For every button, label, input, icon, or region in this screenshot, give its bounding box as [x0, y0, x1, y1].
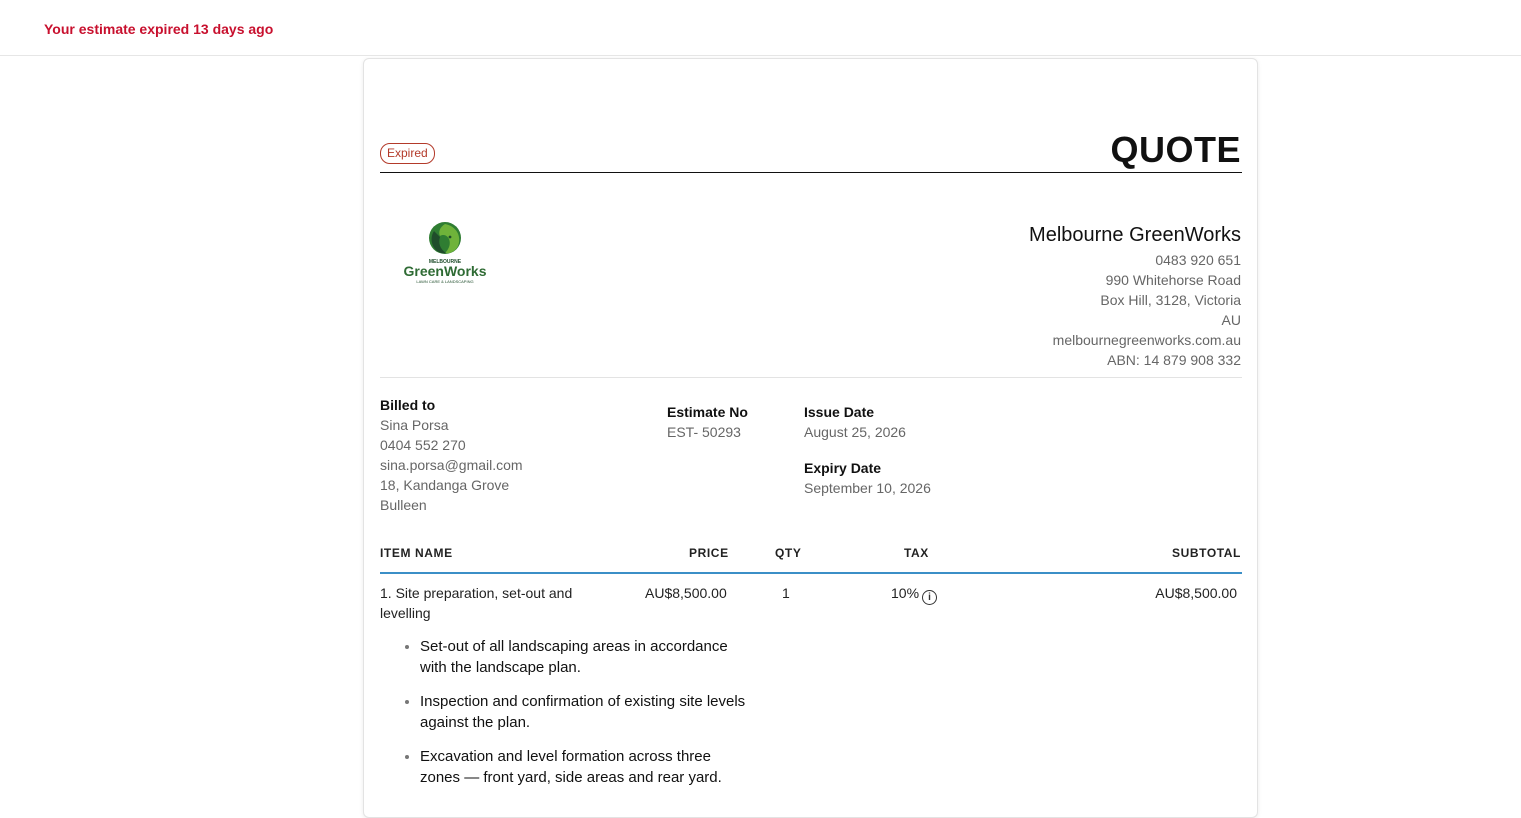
company-abn: ABN: 14 879 908 332: [1107, 352, 1241, 368]
column-header-qty: QTY: [775, 546, 802, 560]
company-phone: 0483 920 651: [1155, 252, 1241, 268]
client-name: Sina Porsa: [380, 417, 449, 433]
column-header-subtotal: SUBTOTAL: [1171, 546, 1241, 560]
expiry-date-label: Expiry Date: [804, 460, 882, 476]
item-subtotal: AU$8,500.00: [1155, 585, 1237, 601]
logo-brand-text: GreenWorks: [404, 263, 487, 279]
billed-to-label: Billed to: [380, 397, 436, 413]
status-badge: Expired: [380, 143, 435, 164]
estimate-number-label: Estimate No: [667, 404, 748, 420]
logo-tagline-text: LAWN CARE & LANDSCAPING: [416, 279, 473, 284]
quote-document: Expired QUOTE MELBOURNE GreenWorks LAWN …: [363, 58, 1258, 818]
column-header-price: PRICE: [689, 546, 729, 560]
client-street: 18, Kandanga Grove: [380, 477, 510, 493]
issue-date: August 25, 2026: [804, 424, 906, 440]
estimate-number-block: Estimate No EST- 50293: [667, 402, 748, 442]
section-divider: [380, 377, 1242, 378]
issue-date-block: Issue Date August 25, 2026: [804, 402, 906, 442]
list-item: Inspection and confirmation of existing …: [420, 691, 750, 733]
expiry-date: September 10, 2026: [804, 480, 931, 496]
company-details: Melbourne GreenWorks 0483 920 651 990 Wh…: [1029, 224, 1241, 370]
title-divider: [380, 172, 1242, 173]
expired-message: Your estimate expired 13 days ago: [44, 21, 274, 37]
company-logo: MELBOURNE GreenWorks LAWN CARE & LANDSCA…: [404, 222, 487, 284]
column-header-item: ITEM NAME: [380, 546, 453, 560]
item-name: 1. Site preparation, set-out and levelli…: [380, 585, 573, 621]
list-item: Excavation and level formation across th…: [420, 746, 750, 788]
item-tax: 10% i: [891, 583, 938, 605]
item-description-list: Set-out of all landscaping areas in acco…: [402, 636, 750, 801]
expiry-date-block: Expiry Date September 10, 2026: [804, 458, 931, 498]
expiry-banner: Your estimate expired 13 days ago: [0, 0, 1521, 56]
item-qty: 1: [782, 585, 790, 601]
billed-to-block: Billed to Sina Porsa 0404 552 270 sina.p…: [380, 395, 523, 515]
company-website: melbournegreenworks.com.au: [1052, 332, 1241, 348]
client-email: sina.porsa@gmail.com: [380, 457, 523, 473]
client-phone: 0404 552 270: [380, 437, 466, 453]
document-title: QUOTE: [1110, 129, 1241, 170]
table-header-divider: [380, 572, 1242, 574]
company-country: AU: [1221, 312, 1241, 328]
company-name: Melbourne GreenWorks: [1029, 224, 1241, 246]
lion-head-icon: [429, 222, 461, 254]
item-price: AU$8,500.00: [645, 585, 727, 601]
info-icon[interactable]: i: [922, 590, 938, 605]
estimate-number: EST- 50293: [667, 424, 741, 440]
issue-date-label: Issue Date: [804, 404, 875, 420]
item-tax-value: 10%: [891, 585, 920, 601]
list-item: Set-out of all landscaping areas in acco…: [420, 636, 750, 678]
column-header-tax: TAX: [904, 546, 929, 560]
company-city: Box Hill, 3128, Victoria: [1100, 292, 1241, 308]
company-street: 990 Whitehorse Road: [1105, 272, 1241, 288]
client-suburb: Bulleen: [380, 497, 427, 513]
